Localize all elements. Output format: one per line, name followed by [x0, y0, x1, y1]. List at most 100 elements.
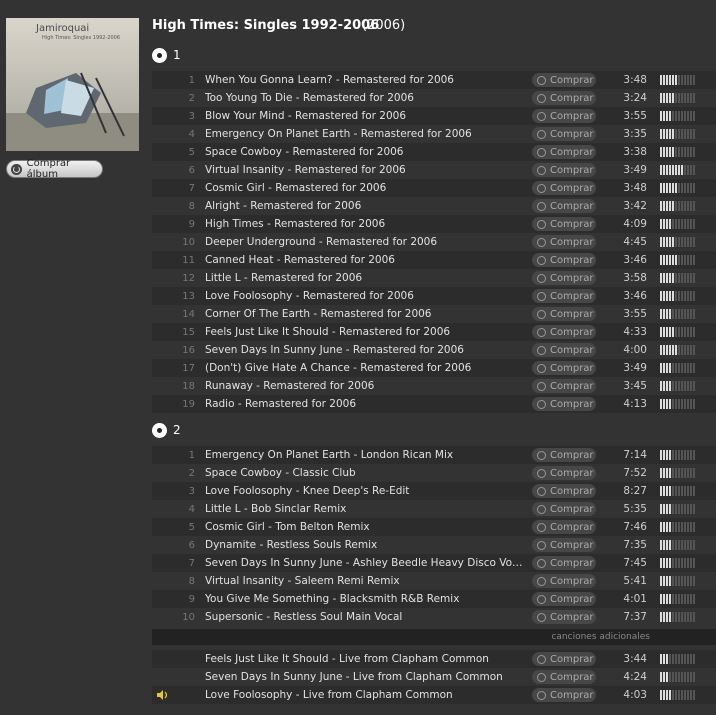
track-title[interactable]: Space Cowboy - Remastered for 2006 — [205, 146, 525, 158]
buy-track-button[interactable]: Comprar — [532, 343, 596, 357]
track-title[interactable]: High Times - Remastered for 2006 — [205, 218, 525, 230]
track-row[interactable]: 10 Deeper Underground - Remastered for 20… — [152, 233, 716, 251]
track-title[interactable]: Seven Days In Sunny June - Live from Cla… — [205, 671, 525, 683]
track-row[interactable]: 17 (Don't) Give Hate A Chance - Remastere… — [152, 359, 716, 377]
track-title[interactable]: Corner Of The Earth - Remastered for 200… — [205, 308, 525, 320]
buy-track-button[interactable]: Comprar — [532, 538, 596, 552]
track-title[interactable]: When You Gonna Learn? - Remastered for 2… — [205, 74, 525, 86]
track-title[interactable]: Blow Your Mind - Remastered for 2006 — [205, 110, 525, 122]
track-title[interactable]: Feels Just Like It Should - Remastered f… — [205, 326, 525, 338]
popularity-bar — [660, 672, 695, 682]
album-cover[interactable]: Jamiroquai High Times: Singles 1992-2006 — [6, 18, 139, 151]
track-row[interactable]: 10 Supersonic - Restless Soul Main Vocal C… — [152, 608, 716, 626]
track-title[interactable]: Virtual Insanity - Saleem Remi Remix — [205, 575, 525, 587]
track-title[interactable]: Space Cowboy - Classic Club — [205, 467, 525, 479]
track-row[interactable]: 9 You Give Me Something - Blacksmith R&B … — [152, 590, 716, 608]
buy-track-button[interactable]: Comprar — [532, 592, 596, 606]
popularity-segment — [669, 450, 671, 460]
buy-track-button[interactable]: Comprar — [532, 574, 596, 588]
track-row[interactable]: 5 Cosmic Girl - Tom Belton Remix Comprar 7:… — [152, 518, 716, 536]
track-title[interactable]: Little L - Remastered for 2006 — [205, 272, 525, 284]
track-row[interactable]: 2 Too Young To Die - Remastered for 2006 C… — [152, 89, 716, 107]
track-title[interactable]: Emergency On Planet Earth - Remastered f… — [205, 128, 525, 140]
track-title[interactable]: Little L - Bob Sinclar Remix — [205, 503, 525, 515]
track-title[interactable]: Dynamite - Restless Souls Remix — [205, 539, 525, 551]
track-title[interactable]: Love Foolosophy - Knee Deep's Re-Edit — [205, 485, 525, 497]
track-row[interactable]: 15 Feels Just Like It Should - Remastered… — [152, 323, 716, 341]
buy-track-button[interactable]: Comprar — [532, 235, 596, 249]
track-row[interactable]: 7 Cosmic Girl - Remastered for 2006 Compra… — [152, 179, 716, 197]
track-row[interactable]: 8 Virtual Insanity - Saleem Remi Remix Com… — [152, 572, 716, 590]
buy-track-button[interactable]: Comprar — [532, 556, 596, 570]
track-row[interactable]: 7 Seven Days In Sunny June - Ashley Beedl… — [152, 554, 716, 572]
buy-album-button[interactable]: Comprar álbum — [6, 158, 103, 180]
track-row[interactable]: 16 Seven Days In Sunny June - Remastered … — [152, 341, 716, 359]
track-row[interactable]: 8 Alright - Remastered for 2006 Comprar 3:4… — [152, 197, 716, 215]
track-title[interactable]: Virtual Insanity - Remastered for 2006 — [205, 164, 525, 176]
track-row[interactable]: Love Foolosophy - Live from Clapham Comm… — [152, 686, 716, 704]
buy-track-button[interactable]: Comprar — [532, 397, 596, 411]
buy-track-button[interactable]: Comprar — [532, 502, 596, 516]
track-row[interactable]: 18 Runaway - Remastered for 2006 Comprar 3:… — [152, 377, 716, 395]
track-title[interactable]: Emergency On Planet Earth - London Rican… — [205, 449, 525, 461]
track-title[interactable]: Too Young To Die - Remastered for 2006 — [205, 92, 525, 104]
track-title[interactable]: Supersonic - Restless Soul Main Vocal — [205, 611, 525, 623]
track-row[interactable]: Feels Just Like It Should - Live from Cl… — [152, 650, 716, 668]
track-row[interactable]: 5 Space Cowboy - Remastered for 2006 Compr… — [152, 143, 716, 161]
track-title[interactable]: Feels Just Like It Should - Live from Cl… — [205, 653, 525, 665]
track-row[interactable]: 4 Emergency On Planet Earth - Remastered … — [152, 125, 716, 143]
track-row[interactable]: 14 Corner Of The Earth - Remastered for 2… — [152, 305, 716, 323]
track-row[interactable]: 1 Emergency On Planet Earth - London Rica… — [152, 446, 716, 464]
buy-track-button[interactable]: Comprar — [532, 610, 596, 624]
track-title[interactable]: Seven Days In Sunny June - Remastered fo… — [205, 344, 525, 356]
buy-track-button[interactable]: Comprar — [532, 109, 596, 123]
track-title[interactable]: Canned Heat - Remastered for 2006 — [205, 254, 525, 266]
track-title[interactable]: Runaway - Remastered for 2006 — [205, 380, 525, 392]
buy-track-button[interactable]: Comprar — [532, 73, 596, 87]
buy-track-button[interactable]: Comprar — [532, 217, 596, 231]
track-row[interactable]: 6 Virtual Insanity - Remastered for 2006 C… — [152, 161, 716, 179]
buy-track-button[interactable]: Comprar — [532, 163, 596, 177]
track-title[interactable]: You Give Me Something - Blacksmith R&B R… — [205, 593, 525, 605]
track-row[interactable]: 2 Space Cowboy - Classic Club Comprar 7:52 — [152, 464, 716, 482]
track-title[interactable]: Love Foolosophy - Live from Clapham Comm… — [205, 689, 525, 701]
buy-track-button[interactable]: Comprar — [532, 688, 596, 702]
track-row[interactable]: 11 Canned Heat - Remastered for 2006 Compr… — [152, 251, 716, 269]
buy-track-button[interactable]: Comprar — [532, 127, 596, 141]
buy-track-button[interactable]: Comprar — [532, 307, 596, 321]
track-title[interactable]: (Don't) Give Hate A Chance - Remastered … — [205, 362, 525, 374]
buy-track-button[interactable]: Comprar — [532, 253, 596, 267]
track-title[interactable]: Radio - Remastered for 2006 — [205, 398, 525, 410]
track-title[interactable]: Love Foolosophy - Remastered for 2006 — [205, 290, 525, 302]
track-row[interactable]: 13 Love Foolosophy - Remastered for 2006 C… — [152, 287, 716, 305]
track-row[interactable]: 1 When You Gonna Learn? - Remastered for … — [152, 71, 716, 89]
buy-track-button[interactable]: Comprar — [532, 484, 596, 498]
buy-track-button[interactable]: Comprar — [532, 271, 596, 285]
buy-track-button[interactable]: Comprar — [532, 466, 596, 480]
buy-track-button[interactable]: Comprar — [532, 379, 596, 393]
buy-track-button[interactable]: Comprar — [532, 670, 596, 684]
buy-track-button[interactable]: Comprar — [532, 325, 596, 339]
track-row[interactable]: 4 Little L - Bob Sinclar Remix Comprar 5:35 — [152, 500, 716, 518]
buy-track-button[interactable]: Comprar — [532, 448, 596, 462]
track-title[interactable]: Deeper Underground - Remastered for 2006 — [205, 236, 525, 248]
buy-track-button[interactable]: Comprar — [532, 199, 596, 213]
track-row[interactable]: 6 Dynamite - Restless Souls Remix Comprar 7… — [152, 536, 716, 554]
track-row[interactable]: 12 Little L - Remastered for 2006 Comprar 3… — [152, 269, 716, 287]
buy-track-button[interactable]: Comprar — [532, 520, 596, 534]
buy-track-button[interactable]: Comprar — [532, 181, 596, 195]
buy-track-button[interactable]: Comprar — [532, 289, 596, 303]
track-row[interactable]: 9 High Times - Remastered for 2006 Comprar… — [152, 215, 716, 233]
track-title[interactable]: Alright - Remastered for 2006 — [205, 200, 525, 212]
buy-track-button[interactable]: Comprar — [532, 91, 596, 105]
track-title[interactable]: Cosmic Girl - Tom Belton Remix — [205, 521, 525, 533]
buy-track-button[interactable]: Comprar — [532, 652, 596, 666]
buy-track-button[interactable]: Comprar — [532, 361, 596, 375]
track-row[interactable]: 3 Blow Your Mind - Remastered for 2006 Com… — [152, 107, 716, 125]
buy-track-button[interactable]: Comprar — [532, 145, 596, 159]
track-row[interactable]: 3 Love Foolosophy - Knee Deep's Re-Edit Co… — [152, 482, 716, 500]
track-title[interactable]: Seven Days In Sunny June - Ashley Beedle… — [205, 557, 525, 569]
track-row[interactable]: Seven Days In Sunny June - Live from Cla… — [152, 668, 716, 686]
track-title[interactable]: Cosmic Girl - Remastered for 2006 — [205, 182, 525, 194]
track-row[interactable]: 19 Radio - Remastered for 2006 Comprar 4:13 — [152, 395, 716, 413]
